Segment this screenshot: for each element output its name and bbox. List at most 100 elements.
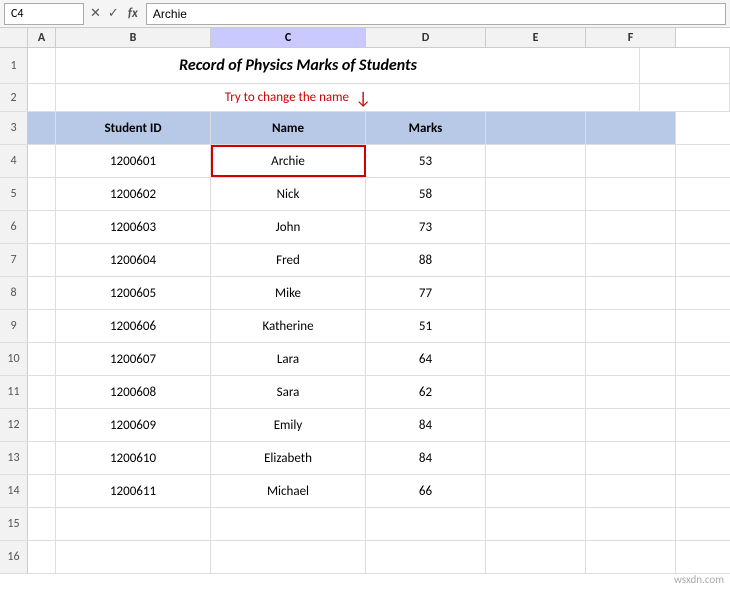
- formula-input[interactable]: [146, 3, 726, 25]
- cell-b14[interactable]: 1200611: [56, 475, 211, 507]
- cell-f12[interactable]: [586, 409, 676, 441]
- cell-reference-box[interactable]: C4: [4, 3, 84, 25]
- cell-b8[interactable]: 1200605: [56, 277, 211, 309]
- cell-a14[interactable]: [28, 475, 56, 507]
- cell-e11[interactable]: [486, 376, 586, 408]
- cell-f5[interactable]: [586, 178, 676, 210]
- cell-marks-header[interactable]: Marks: [366, 112, 486, 144]
- cell-f1[interactable]: [640, 48, 730, 83]
- cell-b13[interactable]: 1200610: [56, 442, 211, 474]
- cell-b4[interactable]: 1200601: [56, 145, 211, 177]
- cell-f11[interactable]: [586, 376, 676, 408]
- col-header-a[interactable]: A: [28, 28, 56, 47]
- cell-a6[interactable]: [28, 211, 56, 243]
- cell-a13[interactable]: [28, 442, 56, 474]
- col-header-c[interactable]: C: [211, 28, 366, 47]
- cell-c13[interactable]: Elizabeth: [211, 442, 366, 474]
- cell-e15[interactable]: [486, 508, 586, 540]
- function-icon[interactable]: fx: [124, 6, 142, 21]
- cell-d4[interactable]: 53: [366, 145, 486, 177]
- cell-d15[interactable]: [366, 508, 486, 540]
- cell-d9[interactable]: 51: [366, 310, 486, 342]
- cell-c10[interactable]: Lara: [211, 343, 366, 375]
- cell-d5[interactable]: 58: [366, 178, 486, 210]
- cell-a4[interactable]: [28, 145, 56, 177]
- cell-b16[interactable]: [56, 541, 211, 573]
- col-header-b[interactable]: B: [56, 28, 211, 47]
- cell-e3[interactable]: [486, 112, 586, 144]
- cell-f13[interactable]: [586, 442, 676, 474]
- cell-e14[interactable]: [486, 475, 586, 507]
- cell-b7[interactable]: 1200604: [56, 244, 211, 276]
- cell-c9[interactable]: Katherine: [211, 310, 366, 342]
- cell-f10[interactable]: [586, 343, 676, 375]
- cell-a15[interactable]: [28, 508, 56, 540]
- col-header-d[interactable]: D: [366, 28, 486, 47]
- cell-f9[interactable]: [586, 310, 676, 342]
- cell-e5[interactable]: [486, 178, 586, 210]
- cell-a3[interactable]: [28, 112, 56, 144]
- cell-studentid-header[interactable]: Student ID: [56, 112, 211, 144]
- cell-d11[interactable]: 62: [366, 376, 486, 408]
- col-header-e[interactable]: E: [486, 28, 586, 47]
- cell-d8[interactable]: 77: [366, 277, 486, 309]
- cancel-icon[interactable]: ✕: [88, 6, 103, 21]
- cell-d14[interactable]: 66: [366, 475, 486, 507]
- cell-c15[interactable]: [211, 508, 366, 540]
- cell-f15[interactable]: [586, 508, 676, 540]
- cell-a11[interactable]: [28, 376, 56, 408]
- cell-e8[interactable]: [486, 277, 586, 309]
- cell-e4[interactable]: [486, 145, 586, 177]
- col-header-f[interactable]: F: [586, 28, 676, 47]
- cell-a2[interactable]: [28, 84, 56, 111]
- cell-c4[interactable]: Archie: [211, 145, 366, 177]
- cell-d7[interactable]: 88: [366, 244, 486, 276]
- cell-b10[interactable]: 1200607: [56, 343, 211, 375]
- cell-e9[interactable]: [486, 310, 586, 342]
- cell-a8[interactable]: [28, 277, 56, 309]
- cell-f2[interactable]: [640, 84, 730, 111]
- cell-a9[interactable]: [28, 310, 56, 342]
- cell-c12[interactable]: Emily: [211, 409, 366, 441]
- cell-b11[interactable]: 1200608: [56, 376, 211, 408]
- cell-a7[interactable]: [28, 244, 56, 276]
- cell-f4[interactable]: [586, 145, 676, 177]
- cell-a1[interactable]: [28, 48, 56, 83]
- cell-f16[interactable]: [586, 541, 676, 573]
- cell-a5[interactable]: [28, 178, 56, 210]
- cell-f6[interactable]: [586, 211, 676, 243]
- cell-e13[interactable]: [486, 442, 586, 474]
- cell-f8[interactable]: [586, 277, 676, 309]
- cell-e7[interactable]: [486, 244, 586, 276]
- cell-e10[interactable]: [486, 343, 586, 375]
- cell-a12[interactable]: [28, 409, 56, 441]
- cell-c14[interactable]: Michael: [211, 475, 366, 507]
- cell-c16[interactable]: [211, 541, 366, 573]
- cell-c11[interactable]: Sara: [211, 376, 366, 408]
- cell-name-header[interactable]: Name: [211, 112, 366, 144]
- cell-e2[interactable]: [540, 84, 640, 111]
- cell-c7[interactable]: Fred: [211, 244, 366, 276]
- cell-f3[interactable]: [586, 112, 676, 144]
- cell-d12[interactable]: 84: [366, 409, 486, 441]
- cell-e6[interactable]: [486, 211, 586, 243]
- cell-b12[interactable]: 1200609: [56, 409, 211, 441]
- cell-b6[interactable]: 1200603: [56, 211, 211, 243]
- confirm-icon[interactable]: ✓: [106, 6, 121, 21]
- cell-e16[interactable]: [486, 541, 586, 573]
- cell-f14[interactable]: [586, 475, 676, 507]
- cell-b9[interactable]: 1200606: [56, 310, 211, 342]
- cell-e12[interactable]: [486, 409, 586, 441]
- cell-b15[interactable]: [56, 508, 211, 540]
- cell-d6[interactable]: 73: [366, 211, 486, 243]
- cell-f7[interactable]: [586, 244, 676, 276]
- cell-a16[interactable]: [28, 541, 56, 573]
- cell-a10[interactable]: [28, 343, 56, 375]
- cell-b5[interactable]: 1200602: [56, 178, 211, 210]
- cell-d13[interactable]: 84: [366, 442, 486, 474]
- cell-d16[interactable]: [366, 541, 486, 573]
- cell-c5[interactable]: Nick: [211, 178, 366, 210]
- cell-e1[interactable]: [540, 48, 640, 83]
- cell-c8[interactable]: Mike: [211, 277, 366, 309]
- cell-c6[interactable]: John: [211, 211, 366, 243]
